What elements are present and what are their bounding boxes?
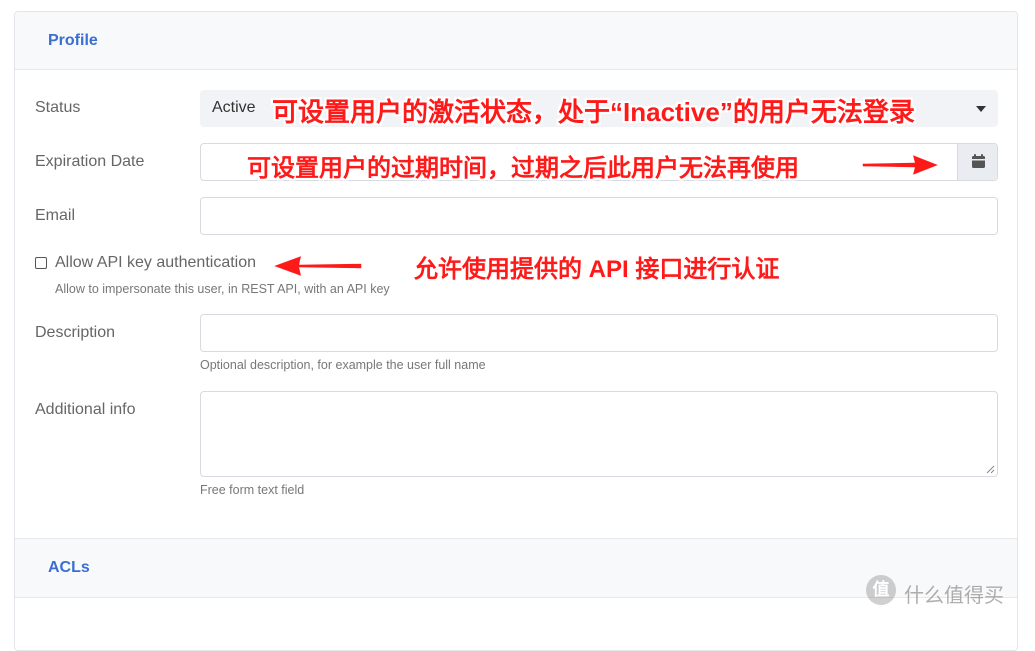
profile-section-header[interactable]: Profile [15, 12, 1017, 70]
additional-info-textarea[interactable] [200, 391, 998, 477]
expiration-date-label: Expiration Date [35, 153, 145, 170]
additional-info-label: Additional info [35, 401, 136, 418]
caret-down-icon [976, 106, 986, 112]
watermark: 值 什么值得买 [866, 575, 1031, 611]
status-select-value: Active [212, 99, 256, 116]
profile-section-title: Profile [48, 32, 98, 49]
resize-handle-icon[interactable] [985, 464, 995, 474]
api-key-help: Allow to impersonate this user, in REST … [55, 282, 390, 296]
red-arrow-icon [861, 152, 942, 178]
description-input[interactable] [200, 314, 998, 352]
calendar-button[interactable] [957, 144, 997, 180]
api-annotation: 允许使用提供的 API 接口进行认证 [414, 256, 780, 283]
watermark-logo: 值 [866, 575, 896, 605]
expiration-annotation: 可设置用户的过期时间，过期之后此用户无法再使用 [247, 155, 799, 182]
email-label: Email [35, 207, 76, 224]
status-label: Status [35, 99, 81, 116]
api-key-label[interactable]: Allow API key authentication [55, 254, 256, 272]
watermark-text: 什么值得买 [904, 583, 1004, 607]
description-label: Description [35, 324, 116, 341]
description-help: Optional description, for example the us… [200, 358, 486, 372]
email-input[interactable] [200, 197, 998, 235]
status-annotation: 可设置用户的激活状态，处于“Inactive”的用户无法登录 [272, 97, 915, 127]
red-arrow-icon [270, 253, 363, 279]
acls-section-title: ACLs [48, 559, 90, 576]
calendar-icon [972, 154, 985, 168]
additional-info-help: Free form text field [200, 483, 305, 497]
api-key-checkbox[interactable] [35, 257, 47, 269]
